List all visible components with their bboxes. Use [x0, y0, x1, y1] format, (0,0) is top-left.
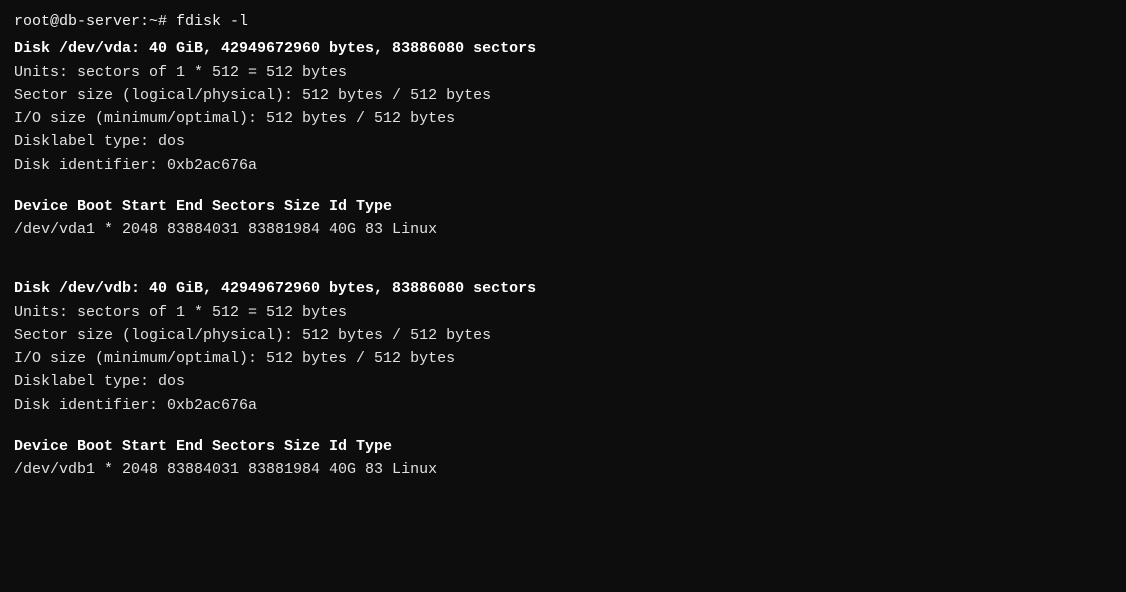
vdb-sector-size: Sector size (logical/physical): 512 byte…	[14, 324, 1112, 347]
vda-disk-header: Disk /dev/vda: 40 GiB, 42949672960 bytes…	[14, 37, 1112, 60]
vda-table-header: Device Boot Start End Sectors Size Id Ty…	[14, 195, 1112, 218]
prompt-line: root@db-server:~# fdisk -l	[14, 10, 1112, 33]
vda-disklabel-type: Disklabel type: dos	[14, 130, 1112, 153]
vdb-disk-header: Disk /dev/vdb: 40 GiB, 42949672960 bytes…	[14, 277, 1112, 300]
vdb-disklabel-type: Disklabel type: dos	[14, 370, 1112, 393]
vdb-partition: /dev/vdb1 * 2048 83884031 83881984 40G 8…	[14, 458, 1112, 481]
vdb-table-header: Device Boot Start End Sectors Size Id Ty…	[14, 435, 1112, 458]
vda-units: Units: sectors of 1 * 512 = 512 bytes	[14, 61, 1112, 84]
terminal-window: root@db-server:~# fdisk -l Disk /dev/vda…	[0, 0, 1126, 592]
prompt-text: root@db-server:~# fdisk -l	[14, 13, 248, 30]
vda-sector-size: Sector size (logical/physical): 512 byte…	[14, 84, 1112, 107]
vdb-units: Units: sectors of 1 * 512 = 512 bytes	[14, 301, 1112, 324]
gap-3	[14, 259, 1112, 277]
vdb-disk-identifier: Disk identifier: 0xb2ac676a	[14, 394, 1112, 417]
vdb-io-size: I/O size (minimum/optimal): 512 bytes / …	[14, 347, 1112, 370]
vda-io-size: I/O size (minimum/optimal): 512 bytes / …	[14, 107, 1112, 130]
gap-4	[14, 417, 1112, 435]
gap-1	[14, 177, 1112, 195]
vda-disk-identifier: Disk identifier: 0xb2ac676a	[14, 154, 1112, 177]
gap-2	[14, 241, 1112, 259]
vda-partition: /dev/vda1 * 2048 83884031 83881984 40G 8…	[14, 218, 1112, 241]
